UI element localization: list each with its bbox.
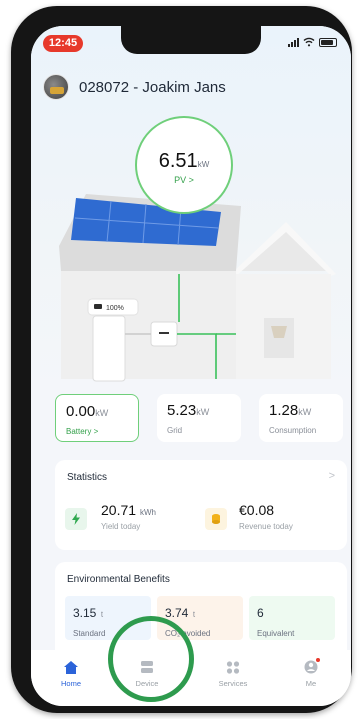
pv-unit: kW [197,160,210,169]
benefit-unit: t [100,610,104,619]
battery-card[interactable]: 0.00kW Battery > [55,394,139,442]
benefit-label: Equivalent [257,629,295,638]
home-icon [63,660,79,674]
yield-label: Yield today [101,522,141,531]
statistics-title: Statistics [67,472,108,483]
revenue-label: Revenue today [239,522,293,531]
battery-status-icon [319,37,337,47]
chevron-right-icon[interactable]: > [329,470,335,482]
tab-me-label: Me [305,679,317,688]
battery-unit-label: kW [95,408,109,418]
phone-frame: 12:45 028072 - Joakim Jans 100% 6.51kW P… [11,6,352,713]
revenue-value: €0.08 [239,502,275,518]
grid-card[interactable]: 5.23kW Grid [157,394,241,442]
coins-icon [205,508,227,530]
environmental-benefits-panel[interactable]: Environmental Benefits 3.15 t Standard 3… [55,562,347,662]
inverter-light [159,332,169,334]
grid-value: 5.23 [167,402,197,419]
benefit-equivalent: 6 Equivalent [249,596,335,640]
benefit-value: 3.74 [165,606,189,620]
tab-services[interactable]: Services [203,660,263,688]
benefit-value: 6 [257,606,264,620]
left-house-wall [61,271,236,379]
grid-unit: kW [196,407,210,417]
yield-value: 20.71 [101,502,137,518]
consumption-value: 1.28 [269,402,299,419]
tab-services-label: Services [218,679,248,688]
pv-value: 6.51 [158,150,198,172]
app-screen: 12:45 028072 - Joakim Jans 100% 6.51kW P… [31,26,351,706]
grid-icon [225,660,241,674]
tab-home-label: Home [60,679,81,688]
lightning-icon [65,508,87,530]
device-tab-highlight-circle [108,616,194,702]
avatar[interactable] [43,74,69,100]
consumption-unit: kW [298,407,312,417]
consumption-card[interactable]: 1.28kW Consumption [259,394,343,442]
signal-icon [288,37,299,47]
battery-percent: 100% [106,305,124,312]
grid-label: Grid [167,426,183,435]
battery-value: 0.00 [66,403,96,420]
phone-notch [121,26,261,54]
wifi-icon [303,37,315,47]
environmental-benefits-title: Environmental Benefits [67,574,170,585]
pv-label: PV > [174,175,194,185]
battery-unit [92,315,126,382]
metric-cards: 0.00kW Battery > 5.23kW Grid 1.28kW Cons… [55,394,351,442]
person-icon [303,658,320,674]
notification-dot [316,658,320,662]
status-time: 12:45 [43,35,83,52]
battery-label: Battery > [66,427,99,436]
account-header[interactable]: 028072 - Joakim Jans [43,74,226,100]
yield-unit: kWh [139,508,156,517]
pv-power-ring[interactable]: 6.51kW PV > [135,116,233,214]
status-icons [288,37,337,47]
consumption-label: Consumption [269,426,317,435]
tab-home[interactable]: Home [41,660,101,688]
tab-me[interactable]: Me [281,658,341,688]
plant-title: 028072 - Joakim Jans [79,78,226,96]
benefit-value: 3.15 [73,606,97,620]
statistics-panel[interactable]: Statistics > 20.71 kWh Yield today €0.08… [55,460,347,550]
benefit-unit: t [192,610,196,619]
battery-small-icon [94,304,102,309]
